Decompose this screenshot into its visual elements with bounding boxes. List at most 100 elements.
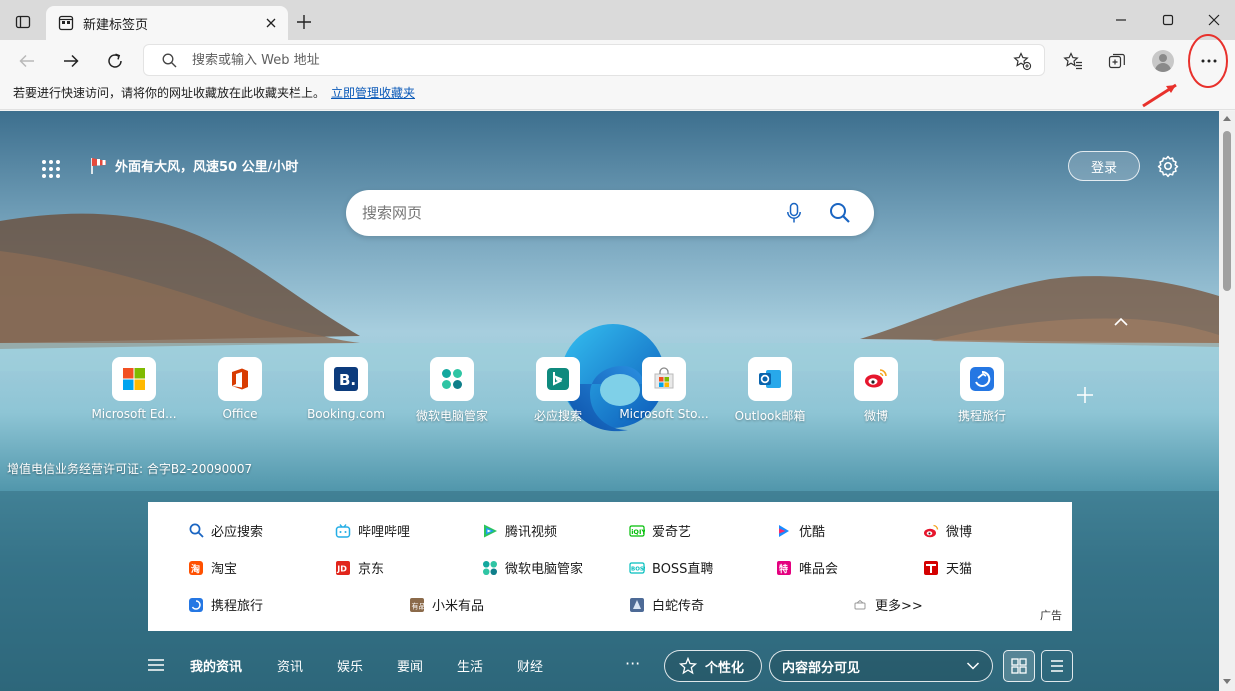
grid-view-button[interactable] (1003, 650, 1035, 682)
link-label: 京东 (358, 562, 385, 577)
ctrip-icon (970, 367, 994, 391)
link-weibo[interactable]: 微博 (923, 521, 972, 540)
svg-text:JD: JD (336, 564, 347, 573)
link-xiaomi-youpin[interactable]: 有品 小米有品 (409, 595, 484, 614)
link-vipshop[interactable]: 特 唯品会 (776, 558, 838, 577)
quick-link-microsoft-store[interactable]: Microsoft Sto... (617, 357, 709, 437)
quick-link-label: 必应搜索 (533, 409, 582, 423)
link-tencent-video[interactable]: 腾讯视频 (482, 521, 557, 540)
link-bilibili[interactable]: 哔哩哔哩 (335, 521, 410, 540)
personalize-button[interactable]: 个性化 (664, 650, 762, 682)
close-tab-icon[interactable] (262, 14, 280, 32)
refresh-button[interactable] (100, 46, 130, 76)
maximize-button[interactable] (1148, 6, 1188, 34)
quick-link-label: Outlook邮箱 (734, 409, 806, 423)
wind-warning-icon (89, 155, 109, 175)
add-favorite-icon[interactable] (1012, 51, 1032, 71)
link-tmall[interactable]: 天猫 (923, 558, 972, 577)
svg-text:B.: B. (339, 371, 356, 389)
link-label: 携程旅行 (211, 599, 264, 614)
web-search-box[interactable] (346, 190, 874, 236)
new-tab-button[interactable] (292, 10, 316, 34)
feed-tab-life[interactable]: 生活 (457, 656, 483, 675)
menu-icon[interactable] (148, 659, 164, 671)
quick-link-ctrip[interactable]: 携程旅行 (935, 357, 1025, 437)
minimize-button[interactable] (1101, 6, 1141, 34)
page-settings-gear-icon[interactable] (1156, 154, 1180, 178)
avatar (1152, 50, 1174, 72)
tencent-video-icon (482, 523, 498, 539)
link-bing-search[interactable]: 必应搜索 (188, 521, 263, 540)
link-more[interactable]: 更多>> (852, 595, 923, 614)
collections-icon[interactable] (1102, 46, 1132, 76)
address-bar[interactable] (143, 44, 1045, 76)
manage-favorites-link[interactable]: 立即管理收藏夹 (331, 84, 415, 101)
personalize-label: 个性化 (705, 660, 745, 676)
quick-link-booking[interactable]: B. Booking.com (299, 357, 389, 437)
quick-link-office[interactable]: Office (193, 357, 283, 437)
scroll-down-arrow-icon[interactable] (1223, 679, 1231, 685)
search-icon[interactable] (828, 201, 852, 225)
list-view-icon (1051, 660, 1063, 672)
page-scrollbar[interactable] (1219, 111, 1235, 691)
content-visibility-dropdown[interactable]: 内容部分可见 (769, 650, 993, 682)
link-taobao[interactable]: 淘 淘宝 (188, 558, 237, 577)
link-label: 哔哩哔哩 (358, 525, 411, 540)
link-jd[interactable]: JD 京东 (335, 558, 384, 577)
link-label: 淘宝 (211, 562, 238, 577)
vipshop-icon: 特 (776, 560, 792, 576)
store-icon (654, 367, 674, 389)
scroll-up-arrow-icon[interactable] (1223, 115, 1231, 121)
link-label: 爱奇艺 (652, 525, 692, 540)
add-quick-link-icon[interactable] (1075, 385, 1095, 405)
feed-more-button[interactable]: ··· (625, 654, 640, 673)
tab-actions-icon[interactable] (9, 8, 37, 36)
settings-and-more-button[interactable] (1194, 46, 1224, 76)
quick-link-bing[interactable]: 必应搜索 (511, 357, 601, 437)
link-white-snake[interactable]: 白蛇传奇 (629, 595, 704, 614)
quick-link-label: Office (222, 407, 258, 421)
back-button[interactable] (12, 46, 42, 76)
link-ctrip[interactable]: 携程旅行 (188, 595, 263, 614)
personalize-sparkle-icon (679, 657, 697, 675)
link-label: 腾讯视频 (505, 525, 558, 540)
tmall-icon (923, 560, 939, 576)
link-pc-manager[interactable]: 微软电脑管家 (482, 558, 583, 577)
favorites-bar: 若要进行快速访问，请将你的网址收藏放在此收藏夹栏上。 立即管理收藏夹 (0, 80, 1235, 110)
list-view-button[interactable] (1041, 650, 1073, 682)
feed-tab-entertainment[interactable]: 娱乐 (337, 656, 363, 675)
license-text: 增值电信业务经营许可证: 合字B2-20090007 (7, 462, 253, 476)
link-boss-zhipin[interactable]: BOSS BOSS直聘 (629, 558, 713, 577)
login-button[interactable]: 登录 (1068, 151, 1140, 181)
microphone-icon[interactable] (786, 202, 802, 224)
link-label: 天猫 (946, 562, 973, 577)
weather-widget[interactable]: 外面有大风，风速50 公里/小时 (89, 155, 298, 175)
tab-new-tab[interactable]: 新建标签页 (46, 6, 288, 40)
quick-link-outlook[interactable]: Outlook邮箱 (723, 357, 813, 437)
quick-link-microsoft-edge[interactable]: Microsoft Ed... (87, 357, 177, 437)
quick-link-pc-manager[interactable]: 微软电脑管家 (405, 357, 495, 437)
search-icon (188, 523, 204, 539)
feed-tab-finance[interactable]: 财经 (517, 656, 543, 675)
feed-tab-my-news[interactable]: 我的资讯 (190, 656, 242, 675)
boss-zhipin-icon: BOSS (629, 560, 645, 576)
favorites-icon[interactable] (1058, 46, 1088, 76)
app-launcher-icon[interactable] (38, 156, 64, 182)
link-iqiyi[interactable]: iQIY 爱奇艺 (629, 521, 691, 540)
feed-tab-headlines[interactable]: 要闻 (397, 656, 423, 675)
quick-link-label: Booking.com (307, 407, 385, 421)
link-youku[interactable]: 优酷 (776, 521, 825, 540)
profile-button[interactable] (1148, 46, 1178, 76)
quick-link-label: 微软电脑管家 (415, 409, 488, 423)
forward-button[interactable] (56, 46, 86, 76)
link-label: 白蛇传奇 (652, 599, 705, 614)
web-search-input[interactable] (362, 202, 782, 224)
feed-tab-news[interactable]: 资讯 (277, 656, 303, 675)
address-input[interactable] (192, 50, 972, 70)
chevron-up-icon[interactable] (1112, 316, 1130, 328)
weibo-icon (865, 369, 887, 388)
quick-link-weibo[interactable]: 微博 (829, 357, 919, 437)
scrollbar-thumb[interactable] (1223, 131, 1231, 291)
close-window-button[interactable] (1194, 6, 1234, 34)
svg-text:iQIY: iQIY (631, 528, 645, 536)
